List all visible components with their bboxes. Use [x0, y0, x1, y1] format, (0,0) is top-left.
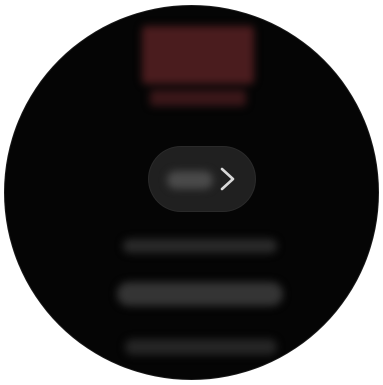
blurred-top-content: [142, 26, 254, 110]
blurred-secondary-block: [150, 90, 246, 106]
next-button[interactable]: [149, 147, 255, 211]
watch-screen: [5, 6, 378, 379]
blurred-primary-block: [142, 26, 254, 84]
blurred-text-line-1: [123, 239, 277, 253]
blurred-text-line-2: [117, 282, 283, 306]
blurred-button-label: [167, 171, 213, 189]
blurred-text-line-3: [125, 339, 277, 355]
chevron-right-icon: [217, 165, 239, 193]
